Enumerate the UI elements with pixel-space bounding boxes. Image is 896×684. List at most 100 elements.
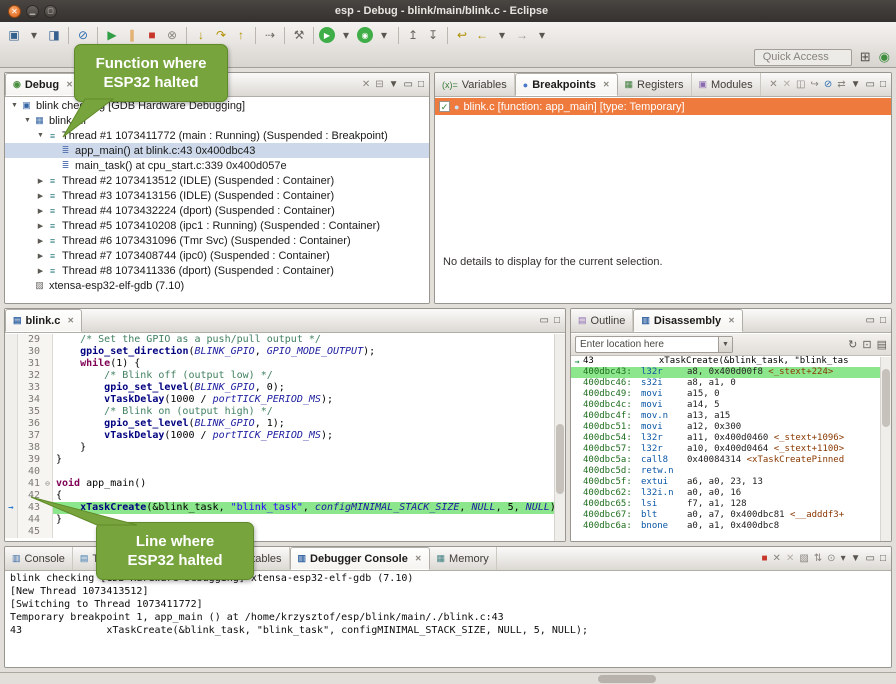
window-minimize-button[interactable]: ▁	[26, 5, 39, 18]
code-line[interactable]: 33 gpio_set_level(BLINK_GPIO, 0);	[5, 382, 565, 394]
disassembly-row[interactable]: 400dbc49:movia15, 0	[571, 389, 891, 400]
run-icon[interactable]: ▶	[319, 27, 335, 43]
view-menu-icon[interactable]: ▼	[851, 79, 861, 90]
tab-registers[interactable]: ▦Registers	[618, 73, 692, 96]
debug-tree-item[interactable]: ▶≡Thread #8 1073411336 (dport) (Suspende…	[5, 263, 429, 278]
debug-tree-item[interactable]: ▶≡Thread #3 1073413156 (IDLE) (Suspended…	[5, 188, 429, 203]
minimize-icon[interactable]: ▭	[404, 79, 413, 90]
twisty-icon[interactable]: ▶	[35, 192, 46, 200]
code-line[interactable]: 38 }	[5, 442, 565, 454]
code-line[interactable]: 39}	[5, 454, 565, 466]
horizontal-scrollbar[interactable]	[598, 675, 656, 683]
location-input[interactable]: Enter location here ▼	[575, 336, 733, 353]
disassembly-row[interactable]: 400dbc5f:extuia6, a0, 23, 13	[571, 477, 891, 488]
close-icon[interactable]: ✕	[728, 316, 735, 325]
new-dropdown-icon[interactable]: ▾	[25, 26, 43, 45]
code-line[interactable]: 35 /* Blink on (output high) */	[5, 406, 565, 418]
open-perspective-icon[interactable]: ⊞	[860, 49, 871, 65]
next-annotation-icon[interactable]: ↧	[424, 26, 442, 45]
tab-breakpoints[interactable]: ●Breakpoints✕	[515, 73, 618, 96]
skip-all-breakpoints-icon[interactable]: ⊘	[824, 79, 832, 90]
disassembly-row[interactable]: 400dbc5a:call80x40084314 <xTaskCreatePin…	[571, 455, 891, 466]
disassembly-row[interactable]: 400dbc4f:mov.na13, a15	[571, 411, 891, 422]
code-line[interactable]: 31 while(1) {	[5, 358, 565, 370]
skip-breakpoints-icon[interactable]: ⊘	[74, 26, 92, 45]
scrollbar-thumb[interactable]	[556, 424, 564, 494]
disassembly-row[interactable]: 400dbc54:l32ra11, 0x400d0460 <_stext+109…	[571, 433, 891, 444]
debug-tree-item[interactable]: ▶≡Thread #2 1073413512 (IDLE) (Suspended…	[5, 173, 429, 188]
pin-console-icon[interactable]: ⊙	[827, 553, 835, 564]
fold-marker[interactable]: ⊖	[43, 478, 53, 490]
twisty-icon[interactable]: ▶	[35, 252, 46, 260]
location-dropdown-icon[interactable]: ▼	[718, 337, 732, 352]
debug-tree-item[interactable]: ▶≡Thread #7 1073408744 (ipc0) (Suspended…	[5, 248, 429, 263]
code-line[interactable]: 45	[5, 526, 565, 538]
disassembly-row[interactable]: 400dbc65:lsif7, a1, 128	[571, 499, 891, 510]
previous-annotation-icon[interactable]: ↥	[404, 26, 422, 45]
forward-icon[interactable]: →	[513, 26, 531, 45]
debug-dropdown-icon[interactable]: ▾	[375, 26, 393, 45]
forward-dropdown-icon[interactable]: ▾	[533, 26, 551, 45]
suspend-icon[interactable]: ∥	[123, 26, 141, 45]
code-line[interactable]: 37 vTaskDelay(1000 / portTICK_PERIOD_MS)…	[5, 430, 565, 442]
console-body[interactable]: blink checking [GDB Hardware Debugging] …	[5, 572, 891, 667]
close-icon[interactable]: ✕	[67, 316, 74, 325]
close-icon[interactable]: ✕	[415, 554, 422, 563]
scrollbar-thumb[interactable]	[882, 369, 890, 427]
disassembly-row[interactable]: →43 xTaskCreate(&blink_task, "blink_tas	[571, 356, 891, 367]
last-edit-location-icon[interactable]: ↩	[453, 26, 471, 45]
maximize-icon[interactable]: □	[880, 315, 886, 326]
clear-console-icon[interactable]: ▧	[799, 553, 808, 564]
code-line[interactable]: 34 vTaskDelay(1000 / portTICK_PERIOD_MS)…	[5, 394, 565, 406]
remove-all-terminated-icon[interactable]: ✕	[362, 79, 370, 90]
minimize-icon[interactable]: ▭	[866, 553, 875, 564]
breakpoint-row[interactable]: ✓ ● blink.c [function: app_main] [type: …	[435, 98, 891, 115]
scroll-lock-icon[interactable]: ⇅	[814, 553, 822, 564]
quick-access-button[interactable]: Quick Access	[754, 49, 852, 66]
run-dropdown-icon[interactable]: ▾	[337, 26, 355, 45]
step-into-icon[interactable]: ↓	[192, 26, 210, 45]
terminate-icon[interactable]: ■	[143, 26, 161, 45]
tab-modules[interactable]: ▣Modules	[692, 73, 761, 96]
twisty-icon[interactable]: ▶	[35, 177, 46, 185]
goto-file-icon[interactable]: ↪	[810, 79, 818, 90]
breakpoint-checkbox[interactable]: ✓	[439, 101, 450, 112]
disassembly-row[interactable]: 400dbc46:s32ia8, a1, 0	[571, 378, 891, 389]
link-with-debug-icon[interactable]: ⇄	[837, 79, 845, 90]
maximize-icon[interactable]: □	[554, 315, 560, 326]
debug-tree-item[interactable]: ≣app_main() at blink.c:43 0x400dbc43	[5, 143, 429, 158]
maximize-icon[interactable]: □	[880, 79, 886, 90]
disassembly-row[interactable]: 400dbc43:l32ra8, 0x400d00f8 <_stext+224>	[571, 367, 891, 378]
build-icon[interactable]: ⚒	[290, 26, 308, 45]
tab-disassembly[interactable]: ▥Disassembly✕	[633, 309, 742, 332]
remove-launch-icon[interactable]: ✕	[773, 553, 781, 564]
disassembly-row[interactable]: 400dbc67:blta0, a7, 0x400dbc81 <__adddf3…	[571, 510, 891, 521]
refresh-icon[interactable]: ↻	[848, 338, 857, 351]
code-line[interactable]: 36 gpio_set_level(BLINK_GPIO, 1);	[5, 418, 565, 430]
step-over-icon[interactable]: ↷	[212, 26, 230, 45]
maximize-icon[interactable]: □	[880, 553, 886, 564]
debug-icon[interactable]: ◉	[357, 27, 373, 43]
disassembly-row[interactable]: 400dbc5d:retw.n	[571, 466, 891, 477]
window-close-button[interactable]: ✕	[8, 5, 21, 18]
disassembly-row[interactable]: 400dbc6a:bnonea0, a1, 0x400dbc8	[571, 521, 891, 532]
disassembly-row[interactable]: 400dbc62:l32i.na0, a0, 16	[571, 488, 891, 499]
view-menu-icon[interactable]: ▼	[389, 79, 399, 90]
save-icon[interactable]: ◨	[45, 26, 63, 45]
code-line[interactable]: 40	[5, 466, 565, 478]
twisty-icon[interactable]: ▶	[35, 267, 46, 275]
show-breakpoints-supported-icon[interactable]: ◫	[796, 79, 805, 90]
code-line[interactable]: 32 /* Blink off (output low) */	[5, 370, 565, 382]
twisty-icon[interactable]: ▼	[9, 102, 20, 109]
terminate-icon[interactable]: ■	[762, 553, 768, 564]
tab-debugger-console[interactable]: ▥Debugger Console✕	[290, 547, 430, 570]
minimize-icon[interactable]: ▭	[866, 315, 875, 326]
twisty-icon[interactable]: ▼	[22, 117, 33, 124]
debug-tree-item[interactable]: ▨xtensa-esp32-elf-gdb (7.10)	[5, 278, 429, 293]
view-menu-icon[interactable]: ▼	[851, 553, 861, 564]
tab-blink-c[interactable]: ▤blink.c✕	[5, 309, 82, 332]
window-maximize-button[interactable]: ▢	[44, 5, 57, 18]
lock-icon[interactable]: ⊡	[862, 338, 871, 351]
remove-breakpoint-icon[interactable]: ✕	[769, 79, 777, 90]
tab-debug[interactable]: ◉Debug✕	[5, 73, 81, 96]
